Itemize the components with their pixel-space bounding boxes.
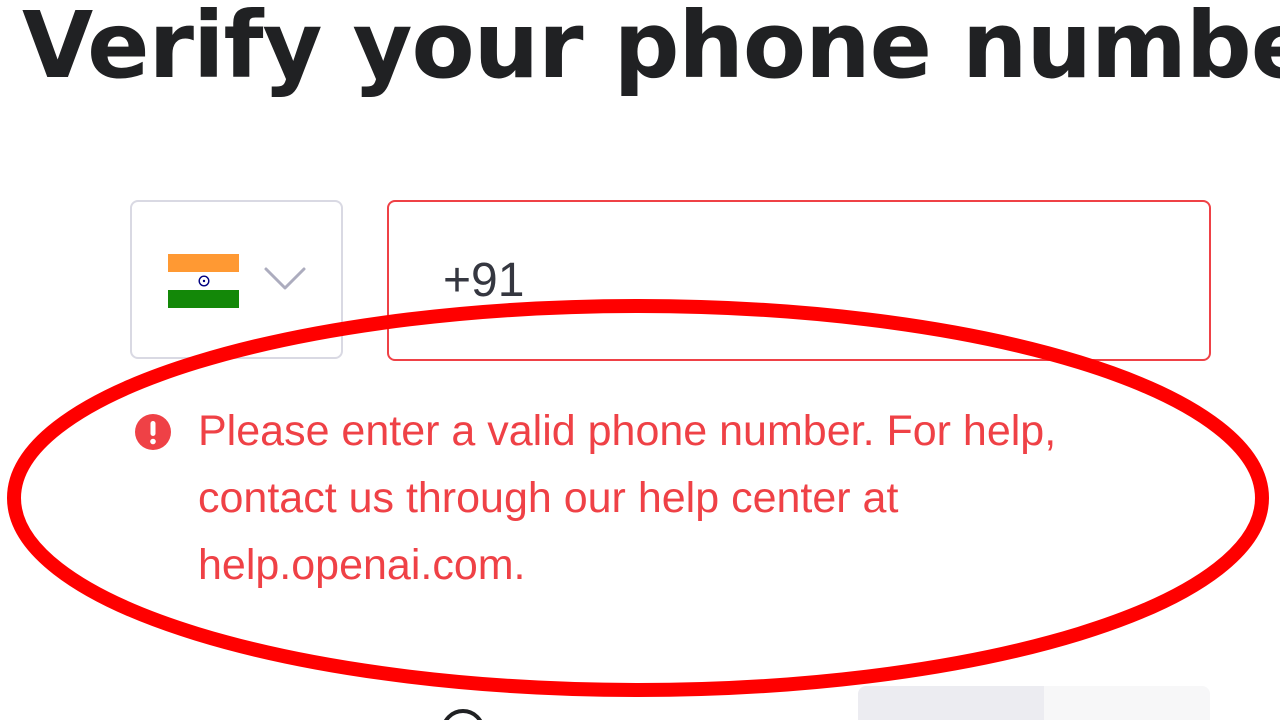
toggle-yes-segment[interactable] (858, 686, 1044, 720)
phone-number-input[interactable] (387, 200, 1211, 361)
error-text: Please enter a valid phone number. For h… (198, 407, 1057, 589)
bottom-options-row (0, 686, 1280, 720)
country-code-select[interactable] (130, 200, 343, 359)
ashoka-chakra-icon (197, 275, 210, 287)
page-title: Verify your phone numbe (22, 0, 1280, 99)
india-flag-icon (168, 254, 239, 308)
exclamation-circle-icon (135, 414, 171, 450)
toggle-no-segment[interactable] (1044, 686, 1210, 720)
chevron-down-icon[interactable] (263, 265, 307, 293)
info-icon[interactable] (440, 708, 486, 720)
